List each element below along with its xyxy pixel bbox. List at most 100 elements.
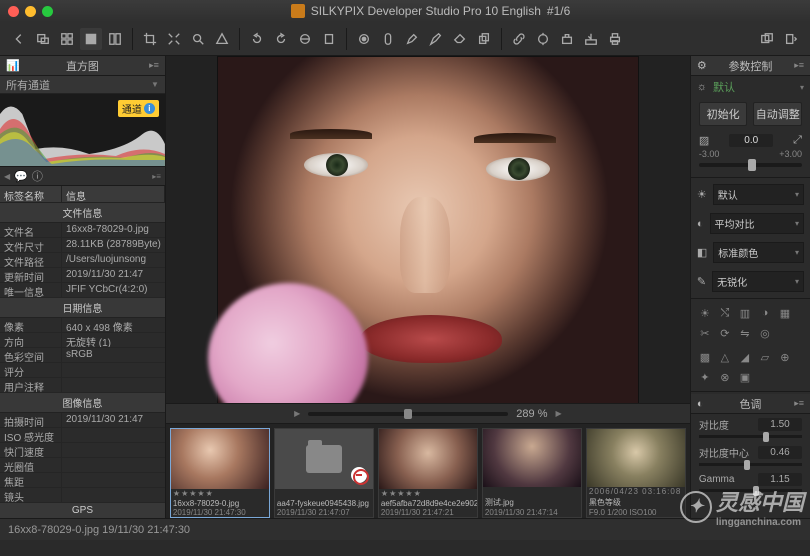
thumb-stars bbox=[275, 489, 373, 499]
tool-noise[interactable]: ▩ bbox=[697, 349, 713, 365]
contrast-center-value[interactable]: 0.46 bbox=[758, 446, 802, 459]
panel-menu-button[interactable]: ▸≡ bbox=[149, 60, 159, 71]
contrast-combo[interactable]: 平均对比▾ bbox=[710, 213, 804, 234]
tool-dust[interactable]: ⊗ bbox=[717, 369, 733, 385]
gamma-slider[interactable] bbox=[699, 489, 802, 492]
thumbnail-4[interactable]: 2006/04/23 03:16:08 黑色等级 F9.0 1/200 ISO1… bbox=[586, 428, 686, 518]
contrast-center-slider[interactable] bbox=[699, 463, 802, 466]
image-canvas[interactable] bbox=[166, 56, 690, 403]
tool-flip[interactable]: ⇋ bbox=[737, 325, 753, 341]
exposure-value[interactable]: 0.0 bbox=[729, 134, 773, 147]
contrast-value[interactable]: 1.50 bbox=[758, 418, 802, 431]
tool-chromatic[interactable]: ⊕ bbox=[777, 349, 793, 365]
grid-tool-button[interactable] bbox=[56, 28, 78, 50]
gamma-value[interactable]: 1.15 bbox=[758, 473, 802, 486]
tool-brightness[interactable]: ☀ bbox=[697, 305, 713, 321]
comment-icon[interactable]: 💬 bbox=[14, 170, 28, 183]
rotate-left-button[interactable] bbox=[270, 28, 292, 50]
tool-distort[interactable]: ▱ bbox=[757, 349, 773, 365]
titlebar: SILKYPIX Developer Studio Pro 10 English… bbox=[0, 0, 810, 22]
picker-button[interactable] bbox=[532, 28, 554, 50]
params-header: ⚙ 参数控制 ▸≡ bbox=[691, 56, 810, 76]
link-button[interactable] bbox=[508, 28, 530, 50]
tool-output[interactable]: ▣ bbox=[737, 369, 753, 385]
thumbnail-1[interactable]: aa47-fyskeue0945438.jpg 2019/11/30 21:47… bbox=[274, 428, 374, 518]
zoom-slider[interactable] bbox=[308, 412, 508, 416]
metadata-header-row: 标签名称 信息 bbox=[0, 186, 165, 203]
spot-tool-button[interactable] bbox=[353, 28, 375, 50]
thumbnail-0[interactable]: ★★★★★ 16xx8-78029-0.jpg 2019/11/30 21:47… bbox=[170, 428, 270, 518]
tool-levels[interactable]: ▥ bbox=[737, 305, 753, 321]
params-title: 参数控制 bbox=[728, 58, 772, 74]
export-button[interactable] bbox=[556, 28, 578, 50]
maximize-button[interactable] bbox=[42, 6, 53, 17]
section-file: 文件信息 bbox=[0, 203, 165, 223]
warning-button[interactable] bbox=[211, 28, 233, 50]
chevron-down-icon[interactable]: ▾ bbox=[800, 83, 804, 92]
rotate-right-button[interactable] bbox=[246, 28, 268, 50]
preview-button[interactable] bbox=[318, 28, 340, 50]
tone-header: ◐ 色调 ▸≡ bbox=[691, 394, 810, 414]
crop-tool-button[interactable] bbox=[139, 28, 161, 50]
brush-tool-button[interactable] bbox=[401, 28, 423, 50]
color-icon: ◧ bbox=[697, 246, 707, 259]
panel-menu-button-2[interactable]: ▸≡ bbox=[152, 172, 161, 181]
healing-tool-button[interactable] bbox=[377, 28, 399, 50]
tool-curves[interactable]: ⤭ bbox=[717, 305, 733, 321]
no-entry-icon bbox=[351, 467, 367, 483]
exposure-slider[interactable] bbox=[699, 163, 802, 167]
tool-vignette[interactable]: ◢ bbox=[737, 349, 753, 365]
channel-selector[interactable]: 所有通道 ▼ bbox=[0, 76, 165, 94]
panel-menu-button-3[interactable]: ▸≡ bbox=[794, 60, 804, 71]
color-combo[interactable]: 标准颜色▾ bbox=[713, 242, 804, 263]
search-button[interactable] bbox=[187, 28, 209, 50]
tool-crop[interactable]: ✂ bbox=[697, 325, 713, 341]
thumbnail-2[interactable]: ★★★★★ aef5afba72d8d9e4ce2e9027 2019/11/3… bbox=[378, 428, 478, 518]
init-button[interactable]: 初始化 bbox=[699, 102, 748, 126]
layers-button[interactable] bbox=[756, 28, 778, 50]
selection-tool-button[interactable] bbox=[32, 28, 54, 50]
tool-rotate[interactable]: ⟳ bbox=[717, 325, 733, 341]
tone-menu-button[interactable]: ▸≡ bbox=[794, 398, 804, 409]
main-toolbar bbox=[0, 22, 810, 56]
tool-detail[interactable]: △ bbox=[717, 349, 733, 365]
expand-tool-button[interactable] bbox=[163, 28, 185, 50]
eraser-tool-button[interactable] bbox=[449, 28, 471, 50]
back-button[interactable] bbox=[8, 28, 30, 50]
tool-wb[interactable]: ◑ bbox=[757, 305, 773, 321]
minimize-button[interactable] bbox=[25, 6, 36, 17]
gamma-param: Gamma 1.15 bbox=[691, 470, 810, 489]
clone-tool-button[interactable] bbox=[473, 28, 495, 50]
tool-effect[interactable]: ✦ bbox=[697, 369, 713, 385]
thumb-date: 2019/11/30 21:47:07 bbox=[275, 508, 373, 517]
exposure-min: -3.00 bbox=[699, 149, 720, 159]
zoom-value: 289 % bbox=[516, 408, 547, 420]
window-title: SILKYPIX Developer Studio Pro 10 English… bbox=[59, 4, 802, 18]
zoom-end-icon[interactable]: ▶ bbox=[555, 409, 561, 418]
thumbnail-3[interactable]: 测试.jpg 2019/11/30 21:47:14 bbox=[482, 428, 582, 518]
sharp-combo[interactable]: 无锐化▾ bbox=[712, 271, 804, 292]
level-tool-button[interactable] bbox=[294, 28, 316, 50]
auto-button[interactable]: 自动调整 bbox=[753, 102, 802, 126]
brightness-icon: ☀ bbox=[697, 188, 707, 201]
contrast-slider[interactable] bbox=[699, 435, 802, 438]
tool-hsl[interactable]: ▦ bbox=[777, 305, 793, 321]
exposure-expand-icon[interactable]: ⤢ bbox=[793, 134, 802, 147]
print-button[interactable] bbox=[604, 28, 626, 50]
thumb-date: 2019/11/30 21:47:30 bbox=[171, 508, 269, 517]
wb-combo[interactable]: 默认▾ bbox=[713, 184, 804, 205]
preset-label[interactable]: 默认 bbox=[713, 79, 794, 95]
zoom-start-icon[interactable]: ▶ bbox=[294, 409, 300, 418]
settings-dropdown-button[interactable] bbox=[780, 28, 802, 50]
info-button[interactable]: ⓘ bbox=[32, 168, 43, 184]
save-button[interactable] bbox=[580, 28, 602, 50]
close-button[interactable] bbox=[8, 6, 19, 17]
info-icon: i bbox=[144, 103, 155, 114]
brush2-tool-button[interactable] bbox=[425, 28, 447, 50]
tool-lens[interactable]: ◎ bbox=[757, 325, 773, 341]
exposure-lock-icon[interactable]: ▨ bbox=[699, 134, 709, 147]
prev-button[interactable]: ◀ bbox=[4, 172, 10, 181]
tool-icons-row2: ▩ △ ◢ ▱ ⊕ ✦ ⊗ ▣ bbox=[691, 345, 810, 389]
split-view-button[interactable] bbox=[104, 28, 126, 50]
single-view-button[interactable] bbox=[80, 28, 102, 50]
